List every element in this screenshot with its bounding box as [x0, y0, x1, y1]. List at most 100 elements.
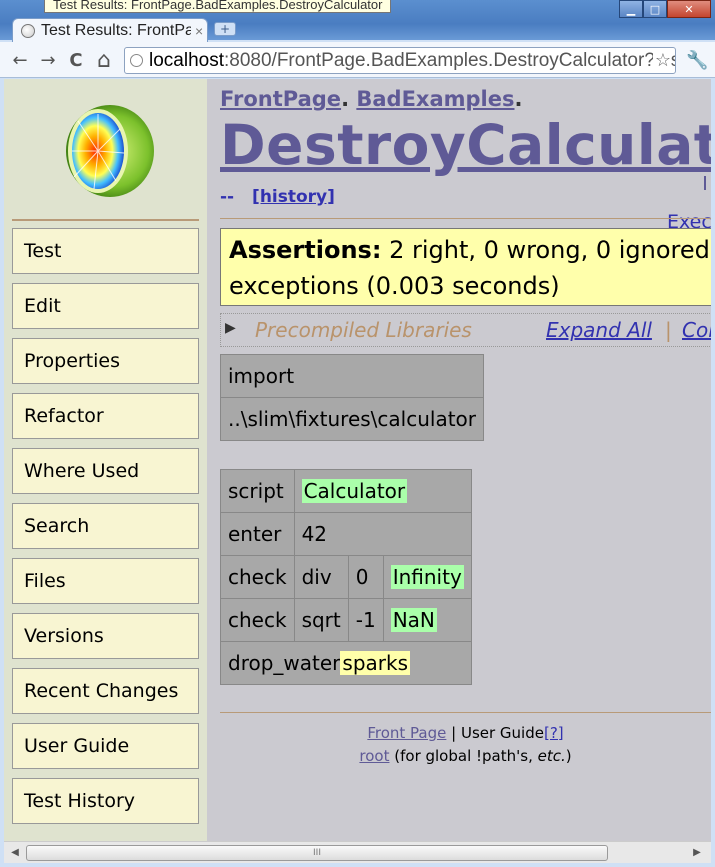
home-icon[interactable]: ⌂ — [92, 48, 116, 73]
table-cell: -1 — [347, 598, 384, 642]
expand-all-link[interactable]: Expand All — [546, 314, 652, 346]
action-name: drop_water — [228, 651, 341, 675]
page-footer: Front Page | User Guide[?] root (for glo… — [220, 722, 711, 768]
breadcrumb-frontpage-link[interactable]: FrontPage — [220, 87, 341, 111]
window-frame-right — [711, 79, 715, 867]
maximize-button[interactable]: □ — [643, 0, 667, 18]
scrollbar-thumb[interactable]: III — [26, 845, 608, 861]
sidebar-item-recent-changes[interactable]: Recent Changes — [12, 668, 199, 714]
header-divider — [220, 218, 711, 219]
truncated-link-edge — [704, 176, 711, 190]
footer-root-note-end: ) — [565, 747, 572, 765]
close-window-button[interactable]: ✕ — [667, 0, 711, 18]
minimize-button[interactable]: ▁ — [619, 0, 643, 18]
browser-toolbar: ← → C ⌂ localhost:8080/FrontPage.BadExam… — [0, 42, 715, 78]
horizontal-scrollbar[interactable]: ◀ III ▶ — [4, 841, 711, 863]
wrench-icon[interactable]: 🔧 — [686, 50, 708, 71]
footer-front-page-link[interactable]: Front Page — [367, 724, 446, 742]
table-row: enter 42 — [220, 512, 472, 556]
scroll-left-arrow-icon[interactable]: ◀ — [8, 846, 22, 860]
browser-tab[interactable]: Test Results: FrontPage.BadExamples.Dest… — [12, 18, 208, 43]
ignored-cell: sparks — [340, 651, 411, 675]
close-tab-icon[interactable]: × — [195, 23, 203, 39]
sidebar-item-test[interactable]: Test — [12, 228, 199, 274]
table-cell: drop_water sparks — [220, 641, 472, 685]
page-content: Test Edit Properties Refactor Where Used… — [4, 79, 711, 841]
pass-cell: NaN — [390, 608, 437, 632]
footer-divider — [220, 712, 711, 713]
fitnesse-lime-logo-icon — [66, 105, 154, 197]
assertions-exceptions: exceptions (0.003 seconds) — [229, 272, 560, 300]
sidebar-item-properties[interactable]: Properties — [12, 338, 199, 384]
table-cell: script — [220, 469, 295, 513]
footer-root-link[interactable]: root — [359, 747, 389, 765]
table-cell: ..\slim\fixtures\calculator — [220, 397, 484, 441]
sidebar-item-refactor[interactable]: Refactor — [12, 393, 199, 439]
reload-icon[interactable]: C — [64, 48, 88, 72]
breadcrumb-separator: . — [341, 87, 350, 111]
table-cell: NaN — [382, 598, 472, 642]
table-cell: sqrt — [293, 598, 349, 642]
sidebar-divider — [12, 219, 199, 221]
script-table: script Calculator enter 42 check div 0 I… — [220, 469, 472, 685]
breadcrumb: FrontPage. BadExamples. — [220, 87, 522, 111]
table-cell: import — [220, 354, 484, 398]
table-cell: 0 — [347, 555, 384, 599]
window-frame-bottom — [0, 863, 715, 867]
assertions-summary: Assertions: 2 right, 0 wrong, 0 ignored,… — [220, 228, 711, 306]
pass-cell: Infinity — [390, 565, 464, 589]
footer-help-link[interactable]: [?] — [544, 724, 564, 742]
globe-icon — [130, 54, 143, 67]
table-cell: check — [220, 555, 295, 599]
table-row: script Calculator — [220, 469, 472, 513]
collapse-all-link[interactable]: Collapse All — [682, 314, 711, 346]
favicon-icon — [21, 24, 35, 38]
footer-root-note: (for global !path's, — [389, 747, 538, 765]
forward-arrow-icon[interactable]: → — [36, 48, 60, 72]
footer-separator: | — [446, 724, 461, 742]
pass-cell: Calculator — [301, 479, 408, 503]
import-table: import ..\slim\fixtures\calculator — [220, 354, 484, 441]
main-content: FrontPage. BadExamples. DestroyCalculato… — [220, 79, 711, 841]
table-cell: div — [293, 555, 349, 599]
tab-tooltip: Test Results: FrontPage.BadExamples.Dest… — [44, 0, 392, 13]
sidebar-item-where-used[interactable]: Where Used — [12, 448, 199, 494]
page-title[interactable]: DestroyCalculator — [220, 113, 711, 177]
sidebar-item-versions[interactable]: Versions — [12, 613, 199, 659]
history-row: -- [history] — [220, 187, 335, 207]
url-path: :8080/FrontPage.BadExamples.DestroyCalcu… — [224, 50, 676, 71]
precompiled-libraries-label[interactable]: Precompiled Libraries — [255, 314, 472, 346]
address-bar[interactable]: localhost:8080/FrontPage.BadExamples.Des… — [124, 47, 676, 74]
scroll-right-arrow-icon[interactable]: ▶ — [690, 846, 704, 860]
scrollbar-grip: III — [313, 848, 321, 858]
title-bar: Test Results: FrontPage.BadExamples.Dest… — [0, 0, 715, 43]
history-link[interactable]: [history] — [252, 187, 335, 207]
table-cell: check — [220, 598, 295, 642]
table-cell: 42 — [293, 512, 472, 556]
assertions-counts: 2 right, 0 wrong, 0 ignored, 0 — [389, 236, 711, 264]
new-tab-button[interactable]: + — [214, 22, 236, 36]
window-controls: ▁ □ ✕ — [619, 0, 711, 18]
tab-title: Test Results: FrontPage.BadExamples.Dest… — [41, 22, 191, 39]
footer-etc: etc. — [537, 747, 566, 765]
link-separator: | — [665, 318, 672, 342]
table-row: drop_water sparks — [220, 641, 472, 685]
breadcrumb-badexamples-link[interactable]: BadExamples — [356, 87, 514, 111]
back-arrow-icon[interactable]: ← — [8, 48, 32, 72]
footer-user-guide: User Guide — [460, 724, 544, 742]
expand-triangle-icon[interactable]: ▶ — [225, 312, 236, 344]
sidebar-item-test-history[interactable]: Test History — [12, 778, 199, 824]
url-host: localhost — [149, 50, 224, 71]
table-cell: enter — [220, 512, 295, 556]
breadcrumb-separator-end: . — [514, 87, 523, 111]
table-cell: Infinity — [382, 555, 472, 599]
sidebar-item-files[interactable]: Files — [12, 558, 199, 604]
table-row: ..\slim\fixtures\calculator — [220, 397, 484, 441]
table-row: check div 0 Infinity — [220, 555, 472, 599]
sidebar-item-user-guide[interactable]: User Guide — [12, 723, 199, 769]
assertions-label: Assertions: — [229, 236, 382, 264]
table-row: import — [220, 354, 484, 398]
bookmark-star-icon[interactable]: ☆ — [652, 48, 671, 73]
sidebar-item-edit[interactable]: Edit — [12, 283, 199, 329]
sidebar-item-search[interactable]: Search — [12, 503, 199, 549]
